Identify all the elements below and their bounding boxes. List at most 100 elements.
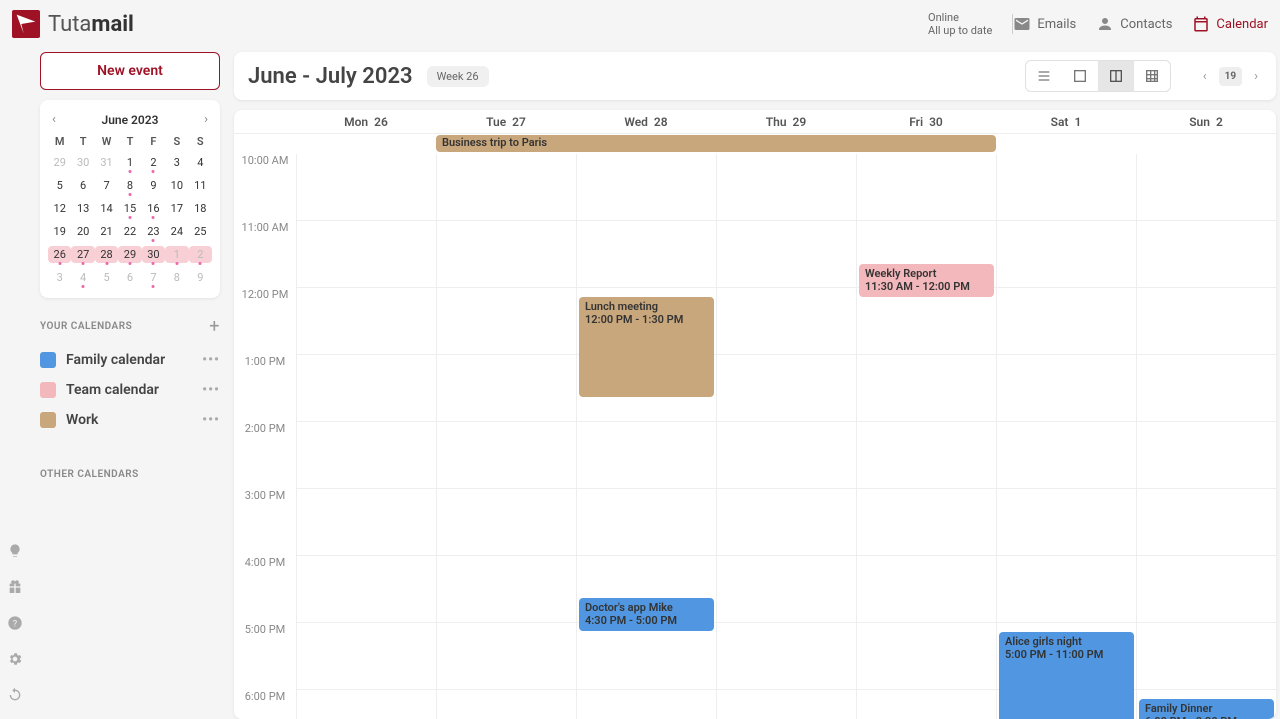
day-header: Sat1: [996, 115, 1136, 129]
mini-cal-day[interactable]: 19: [48, 223, 71, 240]
mini-cal-day[interactable]: 5: [48, 177, 71, 194]
calendar-event[interactable]: Weekly Report11:30 AM - 12:00 PM: [859, 264, 994, 297]
mini-cal-day[interactable]: 15: [118, 200, 141, 217]
mini-cal-day[interactable]: 4: [71, 269, 94, 286]
mini-cal-day[interactable]: 7: [142, 269, 165, 286]
view-agenda[interactable]: [1026, 61, 1062, 91]
mini-cal-day[interactable]: 30: [142, 246, 165, 263]
day-header: Wed28: [576, 115, 716, 129]
mini-cal-day[interactable]: 2: [142, 154, 165, 171]
logo[interactable]: Tutamail: [12, 10, 134, 38]
mini-cal-day[interactable]: 3: [48, 269, 71, 286]
gear-icon[interactable]: [7, 651, 23, 671]
calendar-event[interactable]: Lunch meeting12:00 PM - 1:30 PM: [579, 297, 714, 397]
mini-cal-day[interactable]: 9: [142, 177, 165, 194]
status-line-2: All up to date: [928, 24, 992, 37]
mini-cal-day[interactable]: 2: [189, 246, 212, 263]
mini-cal-prev[interactable]: ‹: [48, 110, 60, 129]
topbar: Tutamail Online All up to date Emails Co…: [0, 0, 1280, 48]
lightbulb-icon[interactable]: [7, 543, 23, 563]
mini-cal-day[interactable]: 9: [189, 269, 212, 286]
day-column[interactable]: Alice girls night5:00 PM - 11:00 PM: [996, 154, 1136, 719]
mini-cal-day[interactable]: 16: [142, 200, 165, 217]
mini-cal-dow: S: [189, 135, 212, 148]
refresh-icon[interactable]: [7, 687, 23, 707]
hour-label: 2:00 PM: [234, 422, 296, 489]
calendar-event[interactable]: Alice girls night5:00 PM - 11:00 PM: [999, 632, 1134, 719]
mini-cal-day[interactable]: 28: [95, 246, 118, 263]
mini-cal-day[interactable]: 5: [95, 269, 118, 286]
calendar-more-icon[interactable]: •••: [202, 382, 220, 398]
mini-cal-day[interactable]: 29: [118, 246, 141, 263]
mini-cal-day[interactable]: 3: [165, 154, 188, 171]
mini-cal-day[interactable]: 21: [95, 223, 118, 240]
mini-cal-day[interactable]: 22: [118, 223, 141, 240]
calendar-more-icon[interactable]: •••: [202, 352, 220, 368]
calendar-list-item[interactable]: Team calendar•••: [40, 375, 220, 405]
event-title: Family Dinner: [1145, 702, 1268, 715]
calendar-list-item[interactable]: Family calendar•••: [40, 345, 220, 375]
prev-week[interactable]: ‹: [1199, 65, 1211, 88]
other-calendars-label: OTHER CALENDARS: [40, 469, 220, 480]
mini-cal-day[interactable]: 6: [71, 177, 94, 194]
mini-cal-day[interactable]: 8: [118, 177, 141, 194]
mini-cal-day[interactable]: 7: [95, 177, 118, 194]
day-column[interactable]: Lunch meeting12:00 PM - 1:30 PM Doctor's …: [576, 154, 716, 719]
mini-cal-day[interactable]: 10: [165, 177, 188, 194]
next-week[interactable]: ›: [1250, 65, 1262, 88]
mini-cal-day[interactable]: 18: [189, 200, 212, 217]
calendar-grid: Mon26Tue27Wed28Thu29Fri30Sat1Sun2 Busine…: [234, 110, 1276, 719]
mini-cal-day[interactable]: 13: [71, 200, 94, 217]
mini-cal-day[interactable]: 1: [118, 154, 141, 171]
mini-cal-next[interactable]: ›: [200, 110, 212, 129]
mini-cal-day[interactable]: 14: [95, 200, 118, 217]
view-month[interactable]: [1134, 61, 1170, 91]
mini-cal-dow: T: [71, 135, 94, 148]
sync-status: Online All up to date: [928, 11, 992, 37]
day-column[interactable]: Weekly Report11:30 AM - 12:00 PM: [856, 154, 996, 719]
hour-label: 12:00 PM: [234, 288, 296, 355]
mini-cal-day[interactable]: 20: [71, 223, 94, 240]
mini-cal-day[interactable]: 4: [189, 154, 212, 171]
mini-cal-day[interactable]: 8: [165, 269, 188, 286]
view-week[interactable]: [1098, 61, 1134, 91]
mini-cal-day[interactable]: 30: [71, 154, 94, 171]
day-column[interactable]: [716, 154, 856, 719]
calendar-event[interactable]: Family Dinner6:00 PM - 8:30 PM: [1139, 699, 1274, 719]
nav-emails[interactable]: Emails: [1013, 15, 1076, 33]
calendar-list-item[interactable]: Work•••: [40, 405, 220, 435]
calendar-more-icon[interactable]: •••: [202, 412, 220, 428]
mini-cal-day[interactable]: 17: [165, 200, 188, 217]
mini-calendar: ‹ June 2023 › MTWTFSS2930311234567891011…: [40, 100, 220, 298]
mini-cal-day[interactable]: 31: [95, 154, 118, 171]
date-nav: ‹ 19 ›: [1199, 65, 1262, 88]
mini-cal-day[interactable]: 23: [142, 223, 165, 240]
new-event-button[interactable]: New event: [40, 52, 220, 90]
mini-cal-dow: T: [118, 135, 141, 148]
event-title: Weekly Report: [865, 267, 988, 280]
help-icon[interactable]: ?: [7, 615, 23, 635]
add-calendar-button[interactable]: +: [209, 316, 220, 337]
mini-cal-day[interactable]: 26: [48, 246, 71, 263]
day-column[interactable]: [296, 154, 436, 719]
day-column[interactable]: [436, 154, 576, 719]
day-column[interactable]: Family Dinner6:00 PM - 8:30 PM: [1136, 154, 1276, 719]
mini-cal-day[interactable]: 29: [48, 154, 71, 171]
gift-icon[interactable]: [7, 579, 23, 599]
mini-cal-day[interactable]: 27: [71, 246, 94, 263]
mini-cal-day[interactable]: 25: [189, 223, 212, 240]
mini-cal-day[interactable]: 12: [48, 200, 71, 217]
nav-calendar[interactable]: Calendar: [1192, 15, 1268, 33]
allday-event[interactable]: Business trip to Paris: [436, 135, 996, 152]
calendar-event[interactable]: Doctor's app Mike4:30 PM - 5:00 PM: [579, 598, 714, 631]
view-day[interactable]: [1062, 61, 1098, 91]
today-button[interactable]: 19: [1219, 67, 1242, 86]
nav-contacts[interactable]: Contacts: [1096, 15, 1172, 33]
mini-cal-day[interactable]: 24: [165, 223, 188, 240]
calendar-color-swatch: [40, 412, 56, 428]
mini-cal-day[interactable]: 1: [165, 246, 188, 263]
person-icon: [1096, 15, 1114, 33]
mini-cal-day[interactable]: 11: [189, 177, 212, 194]
mini-cal-day[interactable]: 6: [118, 269, 141, 286]
hour-label: 10:00 AM: [234, 154, 296, 221]
